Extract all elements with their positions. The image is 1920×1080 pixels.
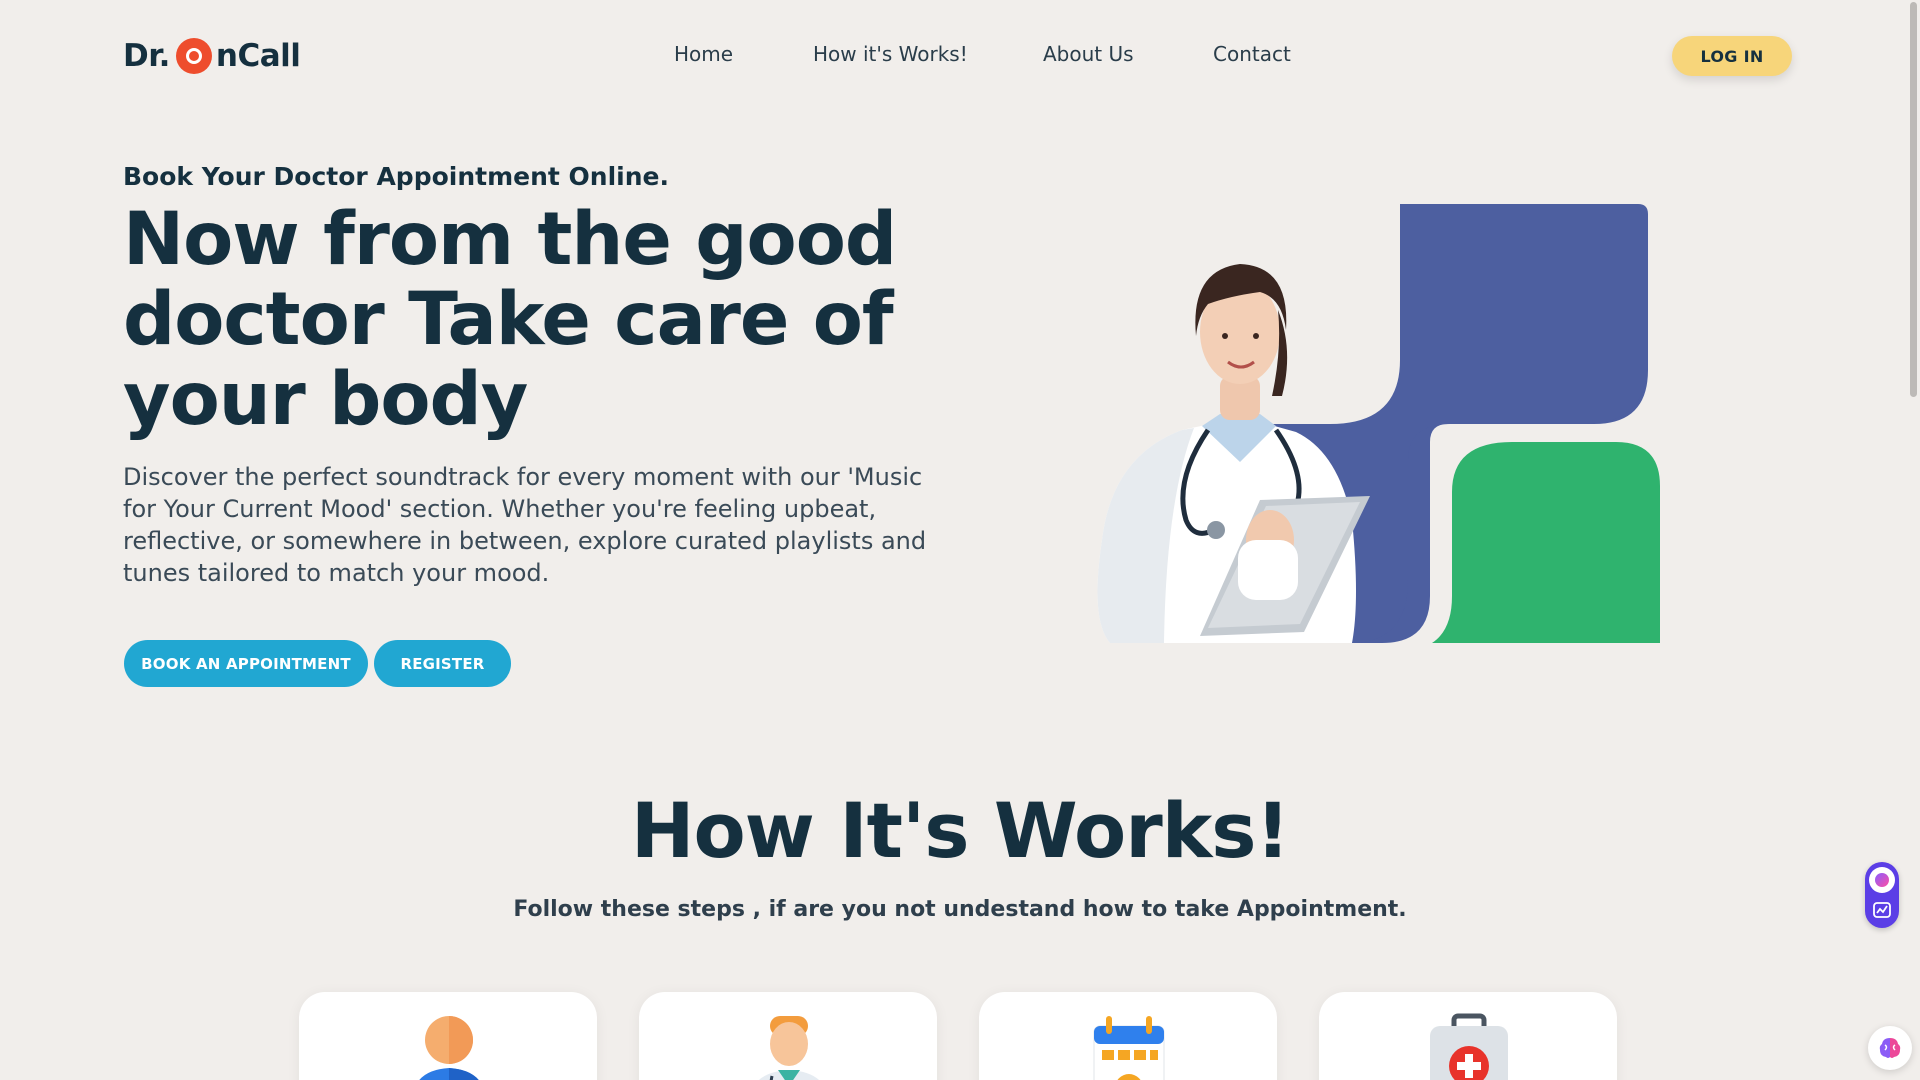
login-button[interactable]: LOG IN (1672, 36, 1792, 76)
hero-description: Discover the perfect soundtrack for ever… (123, 463, 927, 587)
assistant-orb-icon[interactable] (1869, 867, 1895, 893)
hero-title: Now from the good doctor Take care of yo… (123, 197, 897, 442)
user-icon (419, 1016, 479, 1080)
book-appointment-button[interactable]: BOOK AN APPOINTMENT (124, 640, 368, 687)
brain-icon (1879, 1038, 1901, 1058)
nav-how-it-works[interactable]: How it's Works! (813, 42, 968, 66)
doctor-icon (759, 1016, 819, 1080)
nav-about-us[interactable]: About Us (1043, 42, 1134, 66)
image-chart-icon[interactable] (1872, 900, 1892, 920)
how-it-works-title: How It's Works! (630, 786, 1290, 875)
calendar-icon (1093, 1016, 1165, 1080)
brain-extension-button[interactable] (1868, 1026, 1912, 1070)
assistant-widget[interactable] (1865, 862, 1899, 928)
medical-kit-icon (1430, 1013, 1508, 1080)
nav-contact[interactable]: Contact (1213, 42, 1291, 66)
green-shape (1432, 442, 1660, 643)
hero-kicker: Book Your Doctor Appointment Online. (123, 162, 669, 191)
main-nav: Home How it's Works! About Us Contact (0, 42, 1920, 70)
hero-illustration (1097, 204, 1660, 643)
step-card-1 (299, 992, 597, 1080)
step-card-4 (1319, 992, 1617, 1080)
step-card-2 (639, 992, 937, 1080)
page-scrollbar[interactable] (1906, 0, 1920, 1080)
how-it-works-subtitle: Follow these steps , if are you not unde… (513, 897, 1407, 922)
scrollbar-thumb[interactable] (1910, 2, 1917, 397)
step-card-3 (979, 992, 1277, 1080)
page: Dr. nCall Home How it's Works! About Us … (0, 0, 1920, 1080)
nav-home[interactable]: Home (674, 42, 733, 66)
register-button[interactable]: REGISTER (374, 640, 511, 687)
